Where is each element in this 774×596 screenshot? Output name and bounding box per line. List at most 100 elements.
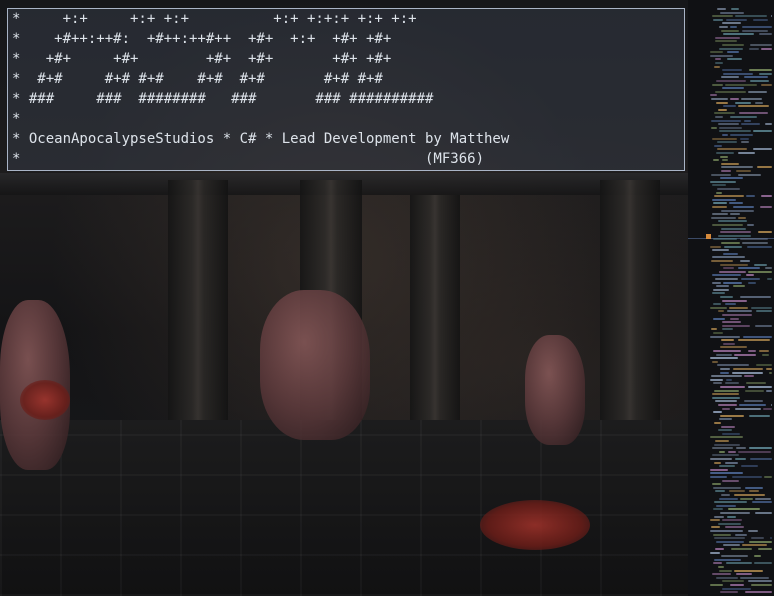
code-line [710,307,727,309]
code-line [718,404,737,406]
code-line [713,487,741,489]
code-line [712,274,741,276]
code-line [712,184,726,186]
code-line [721,76,739,78]
code-line [720,264,748,266]
code-line [721,242,740,244]
code-line [716,80,746,82]
code-line [710,336,740,338]
code-line [748,580,772,582]
code-line [738,267,760,269]
code-line [711,260,733,262]
code-line [744,76,768,78]
code-line [715,400,737,402]
code-line [746,274,754,276]
code-line [747,224,754,226]
code-line [748,386,772,388]
code-line [713,303,721,305]
code-line [725,462,738,464]
code-line [710,530,743,532]
code-line [713,318,725,320]
code-line [710,458,732,460]
code-line [723,33,754,35]
pillar-right [410,195,460,455]
code-line [714,501,747,503]
blood-pool-right [480,500,590,550]
code-line [712,213,728,215]
code-line [710,181,736,183]
code-line [738,105,769,107]
code-line [721,170,731,172]
code-line [767,278,772,280]
code-line [731,8,739,10]
code-line [759,33,772,35]
code-line [714,422,721,424]
code-line [715,278,738,280]
code-line [720,177,743,179]
code-line [723,105,736,107]
code-line [756,310,772,312]
banner-line: * [12,111,21,127]
code-line [740,296,771,298]
code-line [713,350,741,352]
code-line [754,555,761,557]
side-panel[interactable] [688,0,774,596]
code-line [725,526,744,528]
code-line [741,278,760,280]
code-line [749,541,772,543]
code-line [710,584,723,586]
code-line [721,426,735,428]
code-line [748,282,756,284]
code-line [738,339,770,341]
code-line [717,188,740,190]
monster-right[interactable] [525,335,585,445]
code-line [714,537,745,539]
code-line [736,573,752,575]
code-line [755,102,763,104]
code-line [720,512,750,514]
code-line [750,80,769,82]
code-line [746,195,755,197]
banner-line: * +#++:++#: +#++:++#++ +#+ +:+ +#+ +#+ [12,31,392,47]
code-line [720,591,738,593]
code-line [719,271,746,273]
code-line [710,246,721,248]
code-line [720,12,744,14]
banner-line: * +:+ +:+ +:+ +:+ +:+:+ +:+ +:+ [12,11,417,27]
code-line [731,548,752,550]
code-line [761,195,772,197]
code-line [711,375,742,377]
code-line [730,584,744,586]
code-line [753,130,772,132]
code-line [711,98,728,100]
code-line [715,548,724,550]
code-line [722,480,739,482]
banner-author-handle: * (MF366) [12,151,485,167]
code-line [725,382,739,384]
code-line [729,202,743,204]
code-line [724,246,742,248]
code-line [744,375,754,377]
code-line [741,141,749,143]
code-line [712,282,721,284]
code-line [722,321,741,323]
code-line [714,145,722,147]
code-line [722,328,733,330]
code-line [730,134,753,136]
code-line [749,490,759,492]
code-line [721,210,754,212]
code-line [720,368,730,370]
code-line [754,562,772,564]
code-line [728,451,736,453]
code-line [763,408,772,410]
monster-center[interactable] [260,290,370,440]
code-line [720,296,733,298]
code-line [716,152,734,154]
banner-credits-line: * OceanApocalypseStudios * C# * Lead Dev… [12,131,510,147]
code-line [712,361,718,363]
code-line [770,537,772,539]
code-line [753,148,772,150]
code-line [710,436,743,438]
code-line [713,19,723,21]
code-line [712,393,739,395]
